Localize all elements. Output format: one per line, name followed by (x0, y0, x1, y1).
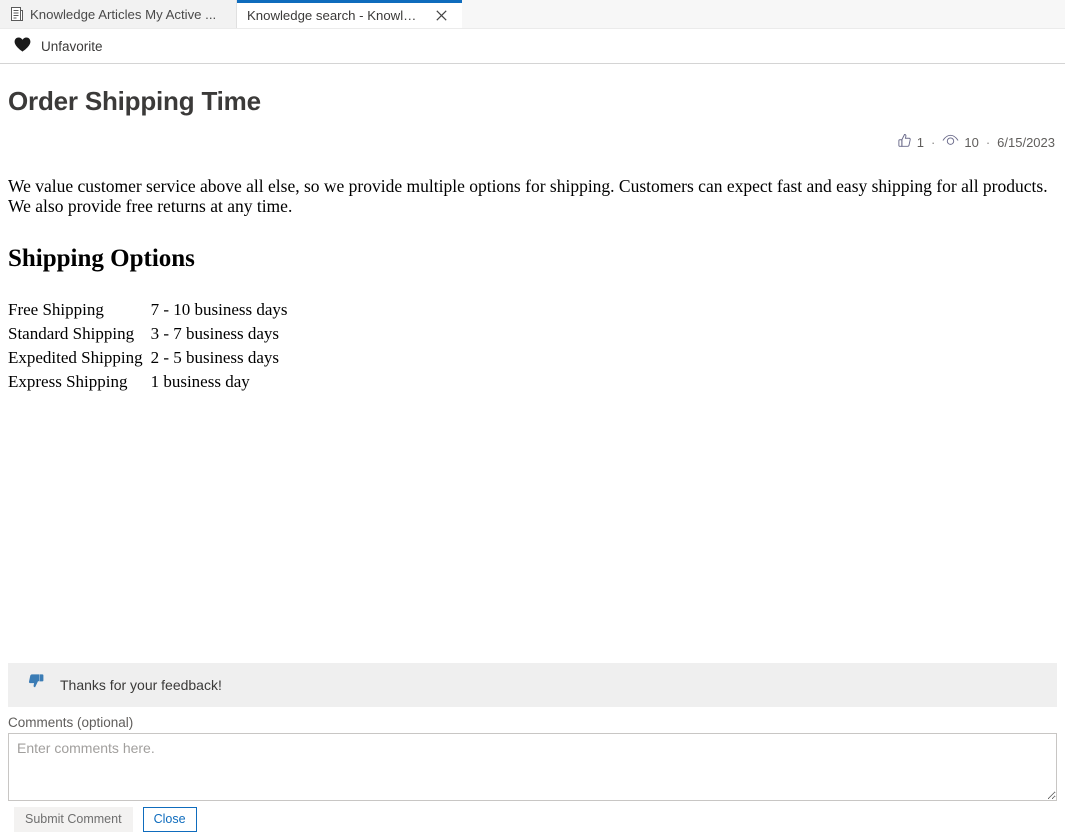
feedback-banner: Thanks for your feedback! (8, 663, 1057, 707)
table-row: Expedited Shipping 2 - 5 business days (8, 346, 288, 370)
browser-tab-label: Knowledge search - Knowled... (247, 8, 419, 23)
table-row: Express Shipping 1 business day (8, 370, 288, 394)
heart-filled-icon (14, 37, 31, 55)
published-date: 6/15/2023 (997, 135, 1055, 150)
likes-stat[interactable]: 1 (897, 133, 924, 151)
close-button[interactable]: Close (143, 807, 197, 832)
comments-input[interactable] (8, 733, 1057, 801)
shipping-option-name: Standard Shipping (8, 322, 151, 346)
article-body: We value customer service above all else… (8, 177, 1057, 395)
shipping-option-name: Expedited Shipping (8, 346, 151, 370)
close-icon[interactable] (432, 7, 450, 25)
command-bar: Unfavorite (0, 29, 1065, 64)
views-stat: 10 (942, 134, 978, 150)
eye-icon (942, 134, 959, 150)
shipping-option-duration: 2 - 5 business days (151, 346, 288, 370)
feedback-message: Thanks for your feedback! (60, 677, 222, 693)
views-count: 10 (964, 135, 978, 150)
shipping-option-duration: 7 - 10 business days (151, 298, 288, 322)
shipping-option-name: Express Shipping (8, 370, 151, 394)
page-title: Order Shipping Time (8, 86, 1057, 117)
browser-tab-label: Knowledge Articles My Active ... (30, 7, 216, 22)
shipping-option-duration: 3 - 7 business days (151, 322, 288, 346)
unfavorite-label: Unfavorite (41, 39, 103, 54)
shipping-option-name: Free Shipping (8, 298, 151, 322)
table-row: Free Shipping 7 - 10 business days (8, 298, 288, 322)
feedback-footer: Thanks for your feedback! Comments (opti… (0, 663, 1065, 838)
shipping-options-table: Free Shipping 7 - 10 business days Stand… (8, 298, 288, 394)
shipping-option-duration: 1 business day (151, 370, 288, 394)
article-container: Order Shipping Time 1 · 10 · 6/15/2023 (0, 86, 1065, 395)
thumbs-down-filled-icon (26, 673, 46, 697)
meta-separator: · (930, 135, 936, 150)
section-heading-shipping-options: Shipping Options (8, 245, 1057, 273)
submit-comment-button[interactable]: Submit Comment (14, 807, 133, 832)
comment-action-row: Submit Comment Close (0, 801, 1065, 838)
browser-tab-strip: Knowledge Articles My Active ... Knowled… (0, 0, 1065, 29)
table-row: Standard Shipping 3 - 7 business days (8, 322, 288, 346)
article-icon (10, 7, 23, 21)
comments-label: Comments (optional) (8, 715, 1057, 730)
likes-count: 1 (917, 135, 924, 150)
comments-block: Comments (optional) (0, 707, 1065, 801)
meta-separator: · (985, 135, 991, 150)
article-meta-row: 1 · 10 · 6/15/2023 (8, 133, 1057, 151)
article-paragraph: We value customer service above all else… (8, 177, 1057, 216)
browser-tab-knowledge-search[interactable]: Knowledge search - Knowled... (237, 0, 462, 28)
thumbs-up-icon (897, 133, 912, 151)
unfavorite-button[interactable]: Unfavorite (6, 33, 111, 59)
browser-tab-knowledge-articles[interactable]: Knowledge Articles My Active ... (0, 0, 237, 28)
